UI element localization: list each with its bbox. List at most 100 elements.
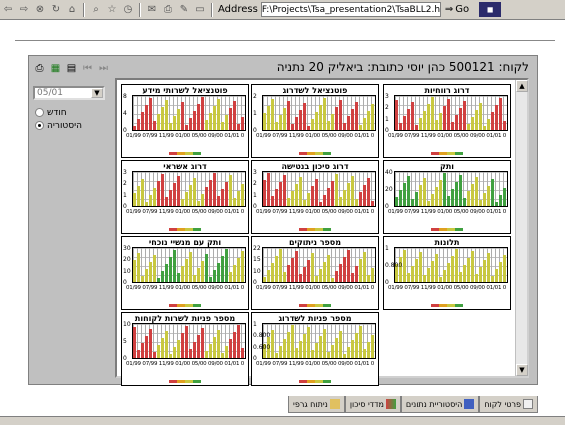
tab-graph-analysis[interactable]: ניתוח גרפי xyxy=(288,396,345,413)
tab-customer-details[interactable]: פרטי לקוח xyxy=(479,396,538,413)
chart-bar xyxy=(145,105,148,130)
chart-bar xyxy=(233,332,236,358)
legend-swatch xyxy=(439,152,447,155)
chart-bar xyxy=(439,277,442,282)
edit-icon[interactable]: ✎ xyxy=(177,3,191,17)
chart-bar xyxy=(303,103,306,130)
favorites-icon[interactable]: ☆ xyxy=(105,3,119,17)
y-tick-label: 10 xyxy=(123,267,131,275)
scroll-up-icon[interactable]: ▲ xyxy=(516,80,528,92)
toolbar-separator xyxy=(211,2,213,17)
chart-bar xyxy=(217,330,220,358)
last-page-icon[interactable]: ⏭ xyxy=(97,62,110,74)
go-icon: ⇒ xyxy=(444,4,454,15)
legend-swatch xyxy=(185,304,193,307)
legend-swatch xyxy=(169,152,177,155)
chart-bar xyxy=(201,261,204,282)
chart-bar xyxy=(209,344,212,358)
stop-icon[interactable]: ⊗ xyxy=(33,3,47,17)
tab-label: פרטי לקוח xyxy=(484,399,521,409)
chart-bar xyxy=(371,268,374,282)
forward-icon[interactable]: ⇨ xyxy=(17,3,31,17)
chart-bar xyxy=(427,268,430,282)
chart-card-title: מספר פניות לשרות לקוחות xyxy=(134,314,236,323)
tab-risk-metrics[interactable]: מדדי סיכון xyxy=(344,396,401,413)
legend-swatch xyxy=(307,304,315,307)
vertical-scrollbar[interactable]: ▲ ▼ xyxy=(515,80,528,376)
export-icon[interactable]: ▤ xyxy=(65,62,78,74)
chart-bar xyxy=(283,108,286,130)
home-icon[interactable]: ⌂ xyxy=(65,3,79,17)
chart-bar xyxy=(415,125,418,130)
chart-bar xyxy=(287,265,290,282)
search-icon[interactable]: ⌕ xyxy=(89,3,103,17)
y-tick-label: 4 xyxy=(123,110,127,117)
chevron-down-icon[interactable]: ▼ xyxy=(91,88,103,98)
chart-bar xyxy=(415,259,418,282)
scroll-down-icon[interactable]: ▼ xyxy=(516,364,528,376)
chart-bar xyxy=(283,339,286,358)
go-button[interactable]: ⇒ Go xyxy=(445,4,469,15)
chart-bar xyxy=(221,256,224,282)
history-icon[interactable]: ◷ xyxy=(121,3,135,17)
chart-bar xyxy=(271,196,274,206)
chart-bar xyxy=(233,198,236,206)
chart-bar xyxy=(271,330,274,358)
chart-bar xyxy=(371,335,374,358)
address-label: Address xyxy=(218,4,258,15)
chart-bar xyxy=(153,188,156,206)
legend-swatch xyxy=(315,304,323,307)
chart-bar xyxy=(335,338,338,358)
legend-swatch xyxy=(185,380,193,383)
chart-bar xyxy=(137,350,140,358)
print-icon[interactable]: ⎙ xyxy=(33,62,46,74)
chart-bar xyxy=(197,104,200,130)
chart-bar xyxy=(483,193,486,206)
chart-bar xyxy=(233,101,236,130)
chart-bar xyxy=(217,99,220,130)
chart-card-title: מספר ניתוקים xyxy=(288,238,342,247)
refresh-icon[interactable]: ↻ xyxy=(49,3,63,17)
chart-bar xyxy=(323,98,326,130)
chart-legend xyxy=(169,152,201,155)
y-tick-label: 3 xyxy=(385,93,389,100)
date-value: 05/01 xyxy=(37,88,63,98)
chart-bar xyxy=(173,183,176,206)
radio-history[interactable]: היסטוריה xyxy=(35,119,82,132)
discuss-icon[interactable]: ▭ xyxy=(193,3,207,17)
first-page-icon[interactable]: ⏮ xyxy=(81,62,94,74)
page-divider xyxy=(15,40,555,41)
chart-bar xyxy=(295,251,298,282)
mail-icon[interactable]: ✉ xyxy=(145,3,159,17)
chart-bar xyxy=(499,262,502,282)
chart-bar xyxy=(479,200,482,206)
tab-data-history[interactable]: היסטוריית נתונים xyxy=(400,396,480,413)
legend-swatch xyxy=(185,228,193,231)
charts-panel[interactable]: פוטנציאל לשרותי מידע 8 4 0 01/99 07/99 11/99… xyxy=(115,78,529,386)
chart-card: פוטנציאל לשדרוג 2 1 0 01/99 07/99 11/99 01/0… xyxy=(251,84,379,158)
chart-bar xyxy=(221,122,224,130)
chart-bar xyxy=(263,113,266,130)
legend-swatch xyxy=(169,228,177,231)
chart-bar xyxy=(209,180,212,206)
radio-history-button[interactable] xyxy=(35,121,44,130)
legend-swatch xyxy=(439,304,447,307)
excel-icon[interactable]: ▦ xyxy=(49,62,62,74)
back-icon[interactable]: ⇦ xyxy=(1,3,15,17)
chart-bar xyxy=(359,125,362,130)
chart-bar xyxy=(331,181,334,206)
chart-bar xyxy=(367,275,370,282)
chart-bar xyxy=(339,100,342,130)
chart-bar xyxy=(225,249,228,282)
print-icon[interactable]: ⎙ xyxy=(161,3,175,17)
period-radio-group: חודש היסטוריה xyxy=(35,106,82,132)
chart-bar xyxy=(237,258,240,282)
horizontal-scrollbar[interactable] xyxy=(0,416,565,425)
address-bar[interactable]: F:\Projects\Tsa_presentation2\TsaBLL2.ht… xyxy=(260,2,441,17)
chart-bar xyxy=(403,183,406,206)
radio-new-button[interactable] xyxy=(35,108,44,117)
chart-bar xyxy=(419,185,422,206)
radio-new[interactable]: חודש xyxy=(35,106,82,119)
date-select[interactable]: 05/01 ▼ xyxy=(33,86,105,100)
chart-bar xyxy=(339,331,342,358)
